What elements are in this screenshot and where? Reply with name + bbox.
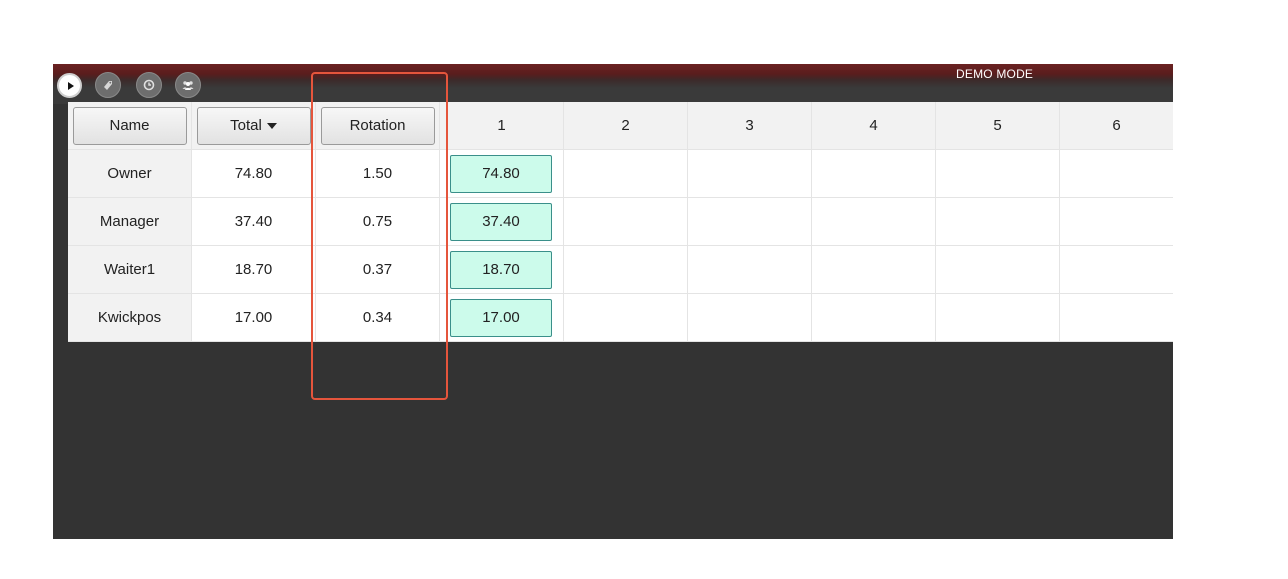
row-col-3-cell [688,150,812,198]
row-col-6-cell [1060,294,1173,342]
header-col-1: 1 [440,102,564,150]
tag-glyph [104,81,112,90]
table-row: Kwickpos 17.00 0.34 17.00 [68,294,1173,342]
header-rotation-label: Rotation [349,117,406,134]
header-col-5: 5 [936,102,1060,150]
row-col-3-cell [688,294,812,342]
row-total-cell: 74.80 [192,150,316,198]
header-col-6: 6 [1060,102,1173,150]
row-col-5-cell [936,150,1060,198]
tag-icon[interactable] [95,72,121,98]
clock-glyph [143,79,155,91]
sort-by-rotation-button[interactable]: Rotation [320,106,435,145]
table-header-row: Name Total Rotation 1 2 3 4 5 6 [68,102,1173,150]
header-cell-rotation: Rotation [316,102,440,150]
amount-pill[interactable]: 37.40 [450,202,552,241]
row-col-6-cell [1060,198,1173,246]
row-col-5-cell [936,198,1060,246]
header-cell-name: Name [68,102,192,150]
row-name-cell: Owner [68,150,192,198]
header-name-label: Name [109,117,150,134]
header-total-label: Total [230,117,262,134]
top-bar: DEMO MODE [53,64,1173,104]
demo-mode-label: DEMO MODE [956,67,1034,81]
row-name-cell: Waiter1 [68,246,192,294]
play-icon[interactable] [57,73,82,98]
row-col-5-cell [936,294,1060,342]
amount-pill[interactable]: 18.70 [450,250,552,289]
header-col-3: 3 [688,102,812,150]
row-col-1-cell: 17.00 [440,294,564,342]
row-col-4-cell [812,294,936,342]
table-row: Waiter1 18.70 0.37 18.70 [68,246,1173,294]
app-window: DEMO MODE Name Total Rotation 1 2 3 4 5 … [53,64,1173,539]
row-col-2-cell [564,246,688,294]
row-name-cell: Kwickpos [68,294,192,342]
row-total-cell: 37.40 [192,198,316,246]
row-col-2-cell [564,294,688,342]
row-col-2-cell [564,198,688,246]
row-col-5-cell [936,246,1060,294]
row-col-3-cell [688,198,812,246]
row-rotation-cell: 0.75 [316,198,440,246]
amount-pill[interactable]: 17.00 [450,298,552,337]
users-icon[interactable] [175,72,201,98]
row-col-2-cell [564,150,688,198]
row-rotation-cell: 0.37 [316,246,440,294]
play-triangle [67,81,74,90]
row-col-4-cell [812,150,936,198]
table-row: Owner 74.80 1.50 74.80 [68,150,1173,198]
row-col-6-cell [1060,150,1173,198]
table-row: Manager 37.40 0.75 37.40 [68,198,1173,246]
row-col-4-cell [812,246,936,294]
caret-down-icon [266,122,277,129]
row-col-1-cell: 37.40 [440,198,564,246]
row-col-1-cell: 18.70 [440,246,564,294]
header-col-2: 2 [564,102,688,150]
sort-by-name-button[interactable]: Name [72,106,187,145]
users-glyph [182,81,194,90]
clock-icon[interactable] [136,72,162,98]
amount-pill[interactable]: 74.80 [450,154,552,193]
row-col-4-cell [812,198,936,246]
header-cell-total: Total [192,102,316,150]
header-col-4: 4 [812,102,936,150]
row-total-cell: 18.70 [192,246,316,294]
sort-by-total-button[interactable]: Total [196,106,311,145]
row-col-3-cell [688,246,812,294]
row-col-1-cell: 74.80 [440,150,564,198]
row-rotation-cell: 1.50 [316,150,440,198]
row-col-6-cell [1060,246,1173,294]
row-total-cell: 17.00 [192,294,316,342]
row-rotation-cell: 0.34 [316,294,440,342]
row-name-cell: Manager [68,198,192,246]
tip-distribution-table: Name Total Rotation 1 2 3 4 5 6 Owner 74… [68,102,1173,342]
